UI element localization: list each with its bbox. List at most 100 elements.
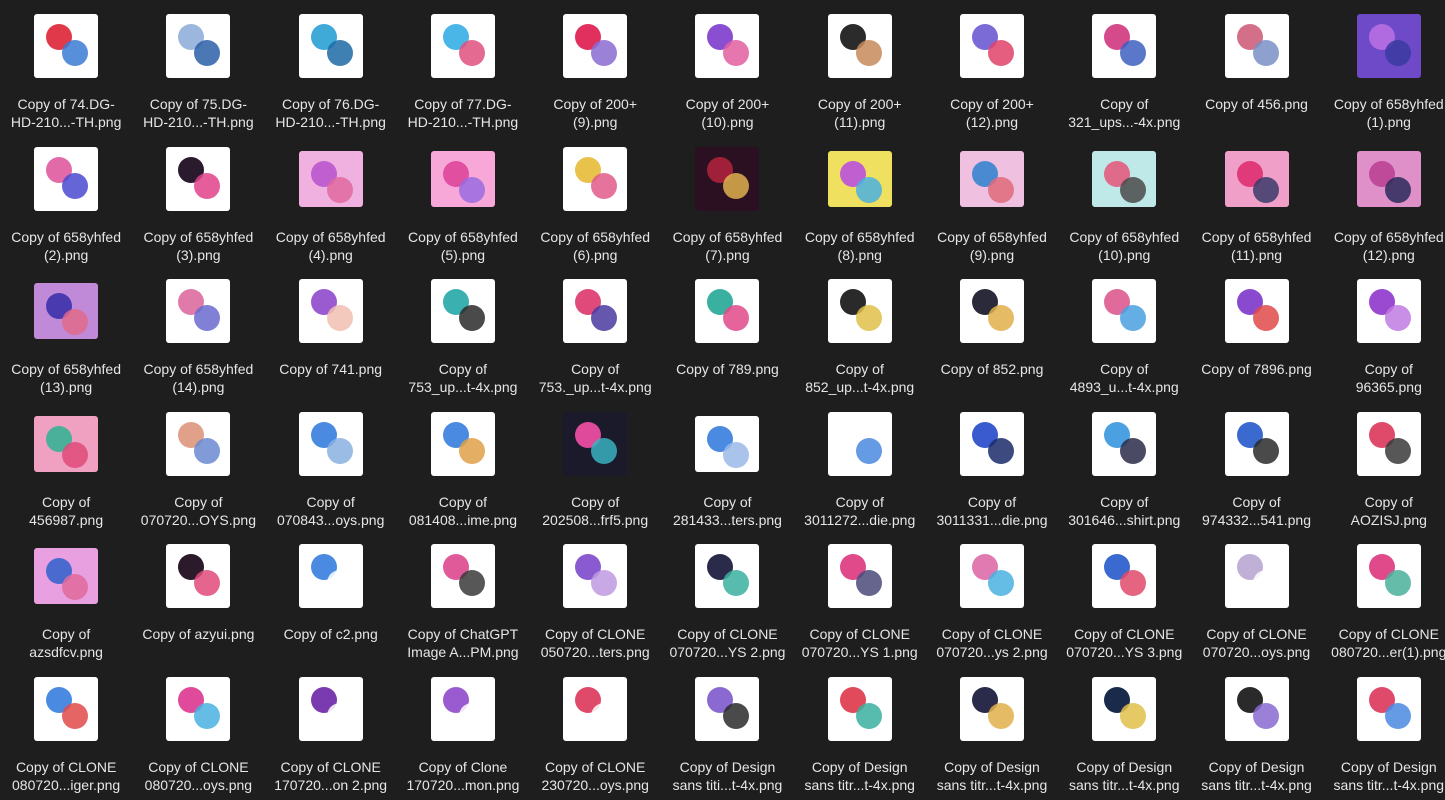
- file-name-label[interactable]: Copy of 4893_u...t-4x.png: [1058, 360, 1190, 396]
- file-name-label[interactable]: Copy of 658yhfed (8).png: [794, 228, 926, 264]
- file-name-label[interactable]: Copy of 76.DG- HD-210...-TH.png: [265, 95, 397, 131]
- file-thumbnail[interactable]: [563, 676, 628, 741]
- file-thumbnail[interactable]: [34, 283, 99, 339]
- file-item[interactable]: Copy of ChatGPT Image A...PM.png: [397, 533, 529, 666]
- file-thumbnail[interactable]: [1092, 544, 1157, 608]
- file-item[interactable]: Copy of 456.png: [1190, 3, 1322, 136]
- file-thumbnail[interactable]: [298, 544, 363, 608]
- file-item[interactable]: Copy of Design sans titr...t-4x.png: [1058, 666, 1190, 799]
- file-thumbnail[interactable]: [166, 544, 231, 608]
- file-item[interactable]: Copy of azsdfcv.png: [0, 533, 132, 666]
- file-thumbnail[interactable]: [430, 14, 495, 78]
- file-name-label[interactable]: Copy of 974332...541.png: [1191, 493, 1323, 529]
- file-thumbnail[interactable]: [166, 146, 231, 211]
- file-thumbnail[interactable]: [298, 150, 363, 207]
- file-name-label[interactable]: Copy of 658yhfed (13).png: [0, 360, 132, 396]
- file-thumbnail[interactable]: [959, 150, 1024, 207]
- file-item[interactable]: Copy of Design sans titr...t-4x.png: [1190, 666, 1322, 799]
- file-name-label[interactable]: Copy of 658yhfed (6).png: [529, 228, 661, 264]
- file-thumbnail[interactable]: [34, 676, 99, 741]
- file-thumbnail[interactable]: [827, 150, 892, 207]
- file-name-label[interactable]: Copy of 301646...shirt.png: [1058, 493, 1190, 529]
- file-item[interactable]: Copy of c2.png: [265, 533, 397, 666]
- file-item[interactable]: Copy of 200+ (11).png: [794, 3, 926, 136]
- file-name-label[interactable]: Copy of ChatGPT Image A...PM.png: [397, 625, 529, 661]
- file-thumbnail[interactable]: [34, 146, 99, 211]
- file-thumbnail[interactable]: [1224, 150, 1289, 207]
- file-name-label[interactable]: Copy of Clone 170720...mon.png: [397, 758, 529, 794]
- file-name-label[interactable]: Copy of CLONE 050720...ters.png: [529, 625, 661, 661]
- file-thumbnail[interactable]: [959, 279, 1024, 343]
- file-thumbnail[interactable]: [695, 415, 760, 472]
- file-thumbnail[interactable]: [34, 14, 99, 78]
- file-name-label[interactable]: Copy of Design sans titr...t-4x.png: [1058, 758, 1190, 794]
- file-name-label[interactable]: Copy of 456987.png: [0, 493, 132, 529]
- file-item[interactable]: Copy of 202508...frf5.png: [529, 401, 661, 534]
- file-name-label[interactable]: Copy of 200+ (10).png: [661, 95, 793, 131]
- file-item[interactable]: Copy of 658yhfed (5).png: [397, 136, 529, 269]
- file-thumbnail[interactable]: [563, 14, 628, 78]
- file-item[interactable]: Copy of 4893_u...t-4x.png: [1058, 268, 1190, 401]
- file-item[interactable]: Copy of 852.png: [926, 268, 1058, 401]
- file-item[interactable]: Copy of Design sans titi...t-4x.png: [661, 666, 793, 799]
- file-item[interactable]: Copy of 658yhfed (6).png: [529, 136, 661, 269]
- file-thumbnail[interactable]: [34, 548, 99, 604]
- file-name-label[interactable]: Copy of Design sans titi...t-4x.png: [661, 758, 793, 794]
- file-thumbnail[interactable]: [1224, 676, 1289, 741]
- file-name-label[interactable]: Copy of 456.png: [1191, 95, 1323, 113]
- file-name-label[interactable]: Copy of 741.png: [265, 360, 397, 378]
- file-item[interactable]: Copy of CLONE 050720...ters.png: [529, 533, 661, 666]
- file-thumbnail[interactable]: [827, 279, 892, 343]
- file-item[interactable]: Copy of CLONE 170720...on 2.png: [265, 666, 397, 799]
- file-item[interactable]: Copy of 200+ (12).png: [926, 3, 1058, 136]
- file-thumbnail[interactable]: [1092, 676, 1157, 741]
- file-thumbnail[interactable]: [827, 411, 892, 476]
- file-item[interactable]: Copy of 081408...ime.png: [397, 401, 529, 534]
- file-item[interactable]: Copy of 281433...ters.png: [661, 401, 793, 534]
- file-name-label[interactable]: Copy of 852_up...t-4x.png: [794, 360, 926, 396]
- file-item[interactable]: Copy of CLONE 070720...YS 1.png: [794, 533, 926, 666]
- file-item[interactable]: Copy of azyui.png: [132, 533, 264, 666]
- file-name-label[interactable]: Copy of 3011331...die.png: [926, 493, 1058, 529]
- file-thumbnail[interactable]: [166, 411, 231, 476]
- file-thumbnail[interactable]: [1356, 676, 1421, 741]
- file-name-label[interactable]: Copy of 658yhfed (11).png: [1191, 228, 1323, 264]
- file-item[interactable]: Copy of 77.DG- HD-210...-TH.png: [397, 3, 529, 136]
- file-item[interactable]: Copy of 321_ups...-4x.png: [1058, 3, 1190, 136]
- file-thumbnail[interactable]: [563, 146, 628, 211]
- file-name-label[interactable]: Copy of CLONE 070720...oys.png: [1191, 625, 1323, 661]
- file-thumbnail[interactable]: [695, 676, 760, 741]
- file-name-label[interactable]: Copy of 070720...OYS.png: [132, 493, 264, 529]
- file-name-label[interactable]: Copy of 658yhfed (7).png: [661, 228, 793, 264]
- file-thumbnail[interactable]: [959, 544, 1024, 608]
- file-item[interactable]: Copy of Clone 170720...mon.png: [397, 666, 529, 799]
- file-item[interactable]: Copy of 658yhfed (14).png: [132, 268, 264, 401]
- file-thumbnail[interactable]: [1224, 279, 1289, 343]
- file-item[interactable]: Copy of 658yhfed (11).png: [1190, 136, 1322, 269]
- file-item[interactable]: Copy of 658yhfed (1).png: [1323, 3, 1445, 136]
- file-thumbnail[interactable]: [166, 279, 231, 343]
- file-thumbnail[interactable]: [1356, 544, 1421, 608]
- file-thumbnail[interactable]: [298, 676, 363, 741]
- file-thumbnail[interactable]: [827, 14, 892, 78]
- file-name-label[interactable]: Copy of CLONE 070720...ys 2.png: [926, 625, 1058, 661]
- file-thumbnail[interactable]: [166, 676, 231, 741]
- file-item[interactable]: Copy of 753_up...t-4x.png: [397, 268, 529, 401]
- file-item[interactable]: Copy of 658yhfed (7).png: [661, 136, 793, 269]
- file-item[interactable]: Copy of CLONE 070720...YS 2.png: [661, 533, 793, 666]
- file-item[interactable]: Copy of 200+ (9).png: [529, 3, 661, 136]
- file-name-label[interactable]: Copy of c2.png: [265, 625, 397, 643]
- file-thumbnail[interactable]: [166, 14, 231, 78]
- file-name-label[interactable]: Copy of 77.DG- HD-210...-TH.png: [397, 95, 529, 131]
- file-item[interactable]: Copy of 3011331...die.png: [926, 401, 1058, 534]
- file-thumbnail[interactable]: [827, 676, 892, 741]
- file-item[interactable]: Copy of 974332...541.png: [1190, 401, 1322, 534]
- file-name-label[interactable]: Copy of CLONE 080720...er(1).png: [1323, 625, 1445, 661]
- file-thumbnail[interactable]: [430, 544, 495, 608]
- file-item[interactable]: Copy of 74.DG- HD-210...-TH.png: [0, 3, 132, 136]
- file-name-label[interactable]: Copy of 658yhfed (2).png: [0, 228, 132, 264]
- file-thumbnail[interactable]: [1092, 279, 1157, 343]
- file-item[interactable]: Copy of 658yhfed (2).png: [0, 136, 132, 269]
- file-item[interactable]: Copy of 658yhfed (12).png: [1323, 136, 1445, 269]
- file-thumbnail[interactable]: [1356, 14, 1421, 78]
